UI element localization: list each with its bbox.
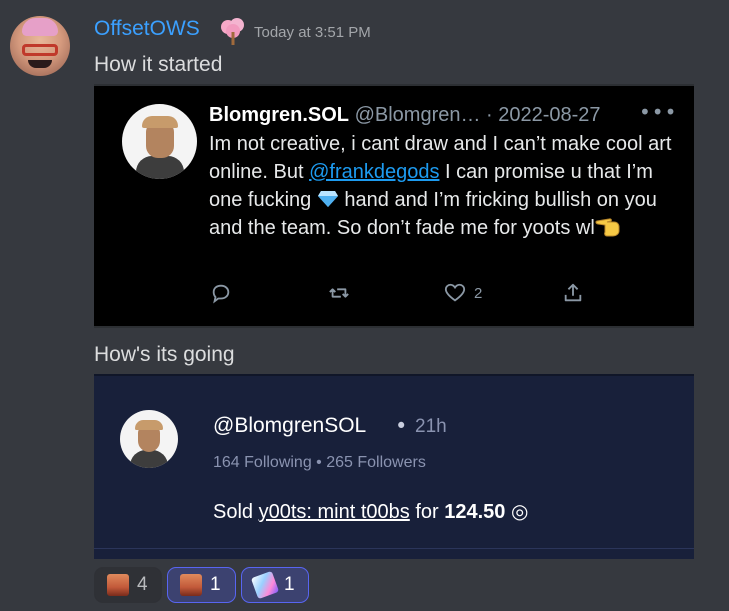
tweet-action-bar: 2 xyxy=(94,282,694,312)
reply-button[interactable] xyxy=(210,282,232,304)
tweet-mention-link[interactable]: @frankdegods xyxy=(309,161,439,183)
reaction-count: 1 xyxy=(210,574,221,595)
username[interactable]: OffsetOWS xyxy=(94,17,200,41)
like-button[interactable]: 2 xyxy=(444,282,482,304)
reaction-button[interactable]: 4 xyxy=(94,567,162,603)
nft-emoji-icon xyxy=(250,570,280,600)
reaction-button[interactable]: 1 xyxy=(241,567,309,603)
tweet-text: Im not creative, i cant draw and I can’t… xyxy=(209,130,679,242)
heart-icon xyxy=(444,283,466,302)
reaction-button[interactable]: 1 xyxy=(167,567,236,603)
sale-price: 124.50 xyxy=(444,501,506,523)
share-button[interactable] xyxy=(562,282,584,304)
message-line-started: How it started xyxy=(94,53,223,76)
message-timestamp: Today at 3:51 PM xyxy=(254,24,371,41)
gem-icon xyxy=(317,191,338,207)
reaction-count: 4 xyxy=(137,574,148,595)
face-emoji-icon xyxy=(180,574,202,596)
tweet-author-avatar[interactable] xyxy=(122,104,197,179)
tweet-display-name[interactable]: Blomgren.SOL xyxy=(209,104,349,126)
seller-handle[interactable]: @BlomgrenSOL xyxy=(213,414,366,438)
sold-prefix: Sold xyxy=(213,501,259,523)
retweet-button[interactable] xyxy=(328,282,350,304)
separator-dot: • xyxy=(395,414,408,438)
retweet-icon xyxy=(329,288,349,298)
cherry-blossom-tree-icon xyxy=(221,18,244,45)
sale-time: 21h xyxy=(415,416,447,437)
tweet-embed[interactable]: Blomgren.SOL @Blomgren… · 2022-08-27 •••… xyxy=(94,84,694,328)
pointing-hand-icon xyxy=(595,218,620,237)
currency-symbol: ◎ xyxy=(505,501,529,523)
reply-icon xyxy=(212,284,230,304)
for-text: for xyxy=(409,501,445,523)
like-count: 2 xyxy=(474,284,483,302)
nft-item-link[interactable]: y00ts: mint t00bs xyxy=(259,501,410,523)
seller-avatar[interactable] xyxy=(120,410,178,468)
tweet-header: Blomgren.SOL @Blomgren… · 2022-08-27 xyxy=(209,104,601,127)
face-emoji-icon xyxy=(107,574,129,596)
reaction-count: 1 xyxy=(284,574,295,595)
user-avatar[interactable] xyxy=(10,16,70,76)
tweet-handle-date: @Blomgren… · 2022-08-27 xyxy=(354,104,601,126)
message-line-going: How's its going xyxy=(94,343,235,366)
share-icon xyxy=(564,283,582,302)
card-divider xyxy=(94,548,694,549)
more-options-icon[interactable]: ••• xyxy=(639,100,677,124)
sale-text: Sold y00ts: mint t00bs for 124.50 ◎ xyxy=(213,499,528,524)
sale-card-embed[interactable]: @BlomgrenSOL • 21h 164 Following • 265 F… xyxy=(94,374,694,559)
follow-stats: 164 Following • 265 Followers xyxy=(213,454,426,471)
